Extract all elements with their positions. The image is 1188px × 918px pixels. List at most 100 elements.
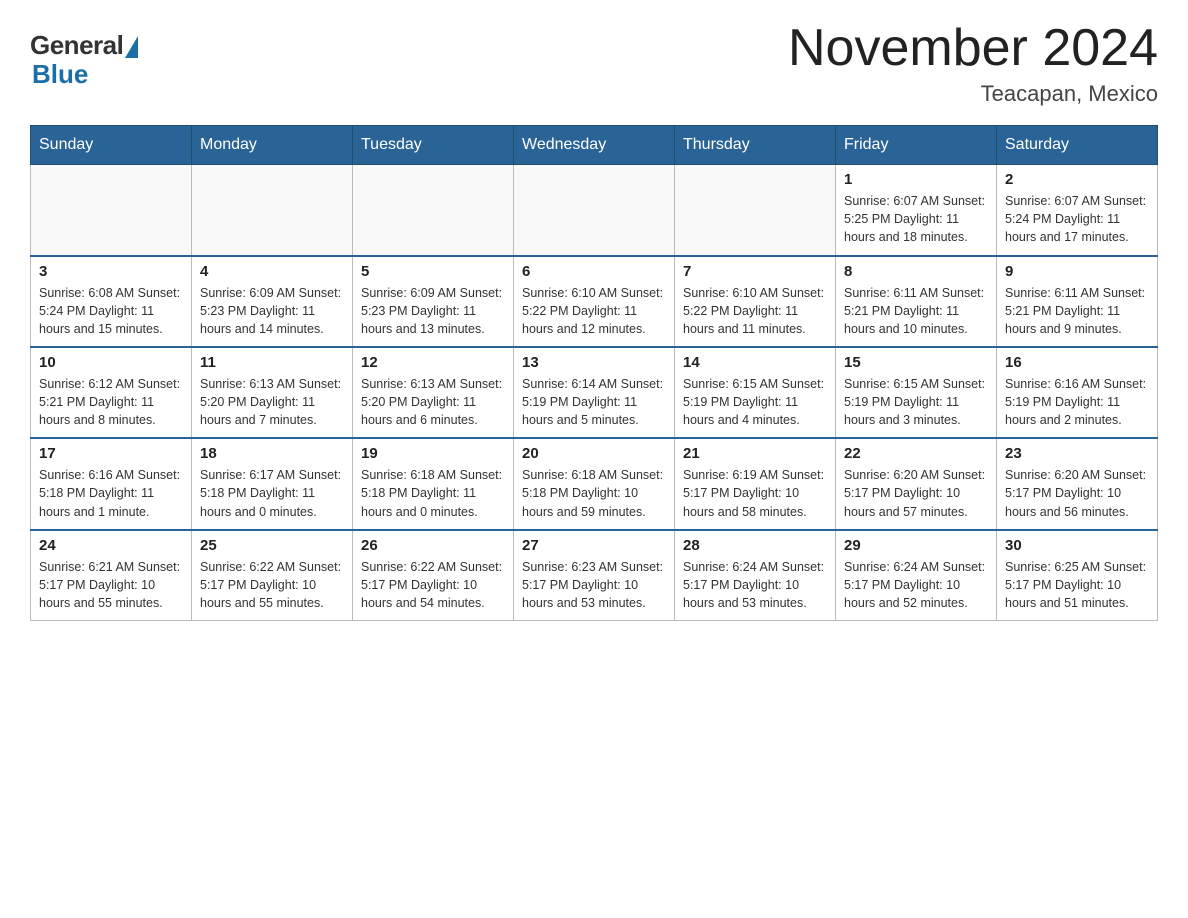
- day-info: Sunrise: 6:13 AM Sunset: 5:20 PM Dayligh…: [200, 375, 344, 429]
- calendar-cell: 28Sunrise: 6:24 AM Sunset: 5:17 PM Dayli…: [675, 530, 836, 621]
- day-number: 2: [1005, 171, 1149, 188]
- calendar-cell: 5 Sunrise: 6:09 AM Sunset: 5:23 PM Daylig…: [353, 256, 514, 347]
- day-info: Sunrise: 6:20 AM Sunset: 5:17 PM Dayligh…: [844, 466, 988, 520]
- calendar-cell: 4 Sunrise: 6:09 AM Sunset: 5:23 PM Daylig…: [192, 256, 353, 347]
- calendar-cell: 14Sunrise: 6:15 AM Sunset: 5:19 PM Dayli…: [675, 347, 836, 438]
- logo-triangle-icon: [125, 36, 138, 58]
- day-number: 10: [39, 354, 183, 371]
- calendar-cell: 7Sunrise: 6:10 AM Sunset: 5:22 PM Daylig…: [675, 256, 836, 347]
- calendar-cell: 6 Sunrise: 6:10 AM Sunset: 5:22 PM Daylig…: [514, 256, 675, 347]
- calendar-cell: 1 Sunrise: 6:07 AM Sunset: 5:25 PM Daylig…: [836, 165, 997, 256]
- calendar-cell: [514, 165, 675, 256]
- page-header: General Blue November 2024 Teacapan, Mex…: [30, 20, 1158, 107]
- day-number: 20: [522, 445, 666, 462]
- day-info: Sunrise: 6:14 AM Sunset: 5:19 PM Dayligh…: [522, 375, 666, 429]
- logo-general-text: General: [30, 30, 123, 61]
- calendar-cell: 23Sunrise: 6:20 AM Sunset: 5:17 PM Dayli…: [997, 438, 1158, 529]
- calendar-cell: 27 Sunrise: 6:23 AM Sunset: 5:17 PM Dayli…: [514, 530, 675, 621]
- day-number: 16: [1005, 354, 1149, 371]
- day-of-week-header: Tuesday: [353, 126, 514, 165]
- day-info: Sunrise: 6:16 AM Sunset: 5:18 PM Dayligh…: [39, 466, 183, 520]
- calendar-cell: [353, 165, 514, 256]
- calendar-cell: 18 Sunrise: 6:17 AM Sunset: 5:18 PM Dayli…: [192, 438, 353, 529]
- day-number: 8: [844, 263, 988, 280]
- day-info: Sunrise: 6:10 AM Sunset: 5:22 PM Dayligh…: [683, 284, 827, 338]
- calendar-cell: [675, 165, 836, 256]
- day-info: Sunrise: 6:15 AM Sunset: 5:19 PM Dayligh…: [683, 375, 827, 429]
- calendar-cell: 30 Sunrise: 6:25 AM Sunset: 5:17 PM Dayli…: [997, 530, 1158, 621]
- day-info: Sunrise: 6:19 AM Sunset: 5:17 PM Dayligh…: [683, 466, 827, 520]
- day-info: Sunrise: 6:12 AM Sunset: 5:21 PM Dayligh…: [39, 375, 183, 429]
- calendar-cell: 16 Sunrise: 6:16 AM Sunset: 5:19 PM Dayli…: [997, 347, 1158, 438]
- day-info: Sunrise: 6:11 AM Sunset: 5:21 PM Dayligh…: [844, 284, 988, 338]
- day-info: Sunrise: 6:15 AM Sunset: 5:19 PM Dayligh…: [844, 375, 988, 429]
- day-number: 21: [683, 445, 827, 462]
- calendar-cell: 24 Sunrise: 6:21 AM Sunset: 5:17 PM Dayli…: [31, 530, 192, 621]
- day-info: Sunrise: 6:23 AM Sunset: 5:17 PM Dayligh…: [522, 558, 666, 612]
- day-info: Sunrise: 6:20 AM Sunset: 5:17 PM Dayligh…: [1005, 466, 1149, 520]
- calendar-week-row: 1 Sunrise: 6:07 AM Sunset: 5:25 PM Daylig…: [31, 165, 1158, 256]
- logo: General Blue: [30, 20, 138, 90]
- calendar-cell: 9 Sunrise: 6:11 AM Sunset: 5:21 PM Daylig…: [997, 256, 1158, 347]
- calendar-week-row: 3 Sunrise: 6:08 AM Sunset: 5:24 PM Daylig…: [31, 256, 1158, 347]
- day-info: Sunrise: 6:11 AM Sunset: 5:21 PM Dayligh…: [1005, 284, 1149, 338]
- day-info: Sunrise: 6:07 AM Sunset: 5:24 PM Dayligh…: [1005, 192, 1149, 246]
- day-number: 18: [200, 445, 344, 462]
- calendar-cell: 10 Sunrise: 6:12 AM Sunset: 5:21 PM Dayli…: [31, 347, 192, 438]
- day-info: Sunrise: 6:21 AM Sunset: 5:17 PM Dayligh…: [39, 558, 183, 612]
- calendar-header-row: SundayMondayTuesdayWednesdayThursdayFrid…: [31, 126, 1158, 165]
- day-info: Sunrise: 6:24 AM Sunset: 5:17 PM Dayligh…: [844, 558, 988, 612]
- calendar-week-row: 17 Sunrise: 6:16 AM Sunset: 5:18 PM Dayli…: [31, 438, 1158, 529]
- day-number: 27: [522, 537, 666, 554]
- calendar-week-row: 10 Sunrise: 6:12 AM Sunset: 5:21 PM Dayli…: [31, 347, 1158, 438]
- day-info: Sunrise: 6:08 AM Sunset: 5:24 PM Dayligh…: [39, 284, 183, 338]
- day-info: Sunrise: 6:07 AM Sunset: 5:25 PM Dayligh…: [844, 192, 988, 246]
- calendar-cell: 26 Sunrise: 6:22 AM Sunset: 5:17 PM Dayli…: [353, 530, 514, 621]
- day-number: 24: [39, 537, 183, 554]
- calendar-cell: 22 Sunrise: 6:20 AM Sunset: 5:17 PM Dayli…: [836, 438, 997, 529]
- day-info: Sunrise: 6:18 AM Sunset: 5:18 PM Dayligh…: [522, 466, 666, 520]
- day-of-week-header: Monday: [192, 126, 353, 165]
- day-number: 29: [844, 537, 988, 554]
- day-number: 26: [361, 537, 505, 554]
- day-of-week-header: Sunday: [31, 126, 192, 165]
- calendar-cell: 3 Sunrise: 6:08 AM Sunset: 5:24 PM Daylig…: [31, 256, 192, 347]
- calendar-cell: 13 Sunrise: 6:14 AM Sunset: 5:19 PM Dayli…: [514, 347, 675, 438]
- day-info: Sunrise: 6:18 AM Sunset: 5:18 PM Dayligh…: [361, 466, 505, 520]
- day-info: Sunrise: 6:10 AM Sunset: 5:22 PM Dayligh…: [522, 284, 666, 338]
- title-section: November 2024 Teacapan, Mexico: [788, 20, 1158, 107]
- day-info: Sunrise: 6:25 AM Sunset: 5:17 PM Dayligh…: [1005, 558, 1149, 612]
- calendar-cell: 25 Sunrise: 6:22 AM Sunset: 5:17 PM Dayli…: [192, 530, 353, 621]
- day-number: 6: [522, 263, 666, 280]
- calendar-cell: 17 Sunrise: 6:16 AM Sunset: 5:18 PM Dayli…: [31, 438, 192, 529]
- day-number: 19: [361, 445, 505, 462]
- day-number: 30: [1005, 537, 1149, 554]
- day-number: 4: [200, 263, 344, 280]
- day-info: Sunrise: 6:16 AM Sunset: 5:19 PM Dayligh…: [1005, 375, 1149, 429]
- day-info: Sunrise: 6:13 AM Sunset: 5:20 PM Dayligh…: [361, 375, 505, 429]
- day-of-week-header: Saturday: [997, 126, 1158, 165]
- day-number: 25: [200, 537, 344, 554]
- day-number: 15: [844, 354, 988, 371]
- logo-blue-text: Blue: [30, 59, 88, 90]
- day-number: 5: [361, 263, 505, 280]
- calendar-cell: 2 Sunrise: 6:07 AM Sunset: 5:24 PM Daylig…: [997, 165, 1158, 256]
- day-number: 11: [200, 354, 344, 371]
- day-info: Sunrise: 6:22 AM Sunset: 5:17 PM Dayligh…: [361, 558, 505, 612]
- day-number: 1: [844, 171, 988, 188]
- calendar-table: SundayMondayTuesdayWednesdayThursdayFrid…: [30, 125, 1158, 621]
- day-number: 22: [844, 445, 988, 462]
- day-number: 3: [39, 263, 183, 280]
- day-number: 13: [522, 354, 666, 371]
- day-of-week-header: Friday: [836, 126, 997, 165]
- calendar-cell: 11 Sunrise: 6:13 AM Sunset: 5:20 PM Dayli…: [192, 347, 353, 438]
- day-info: Sunrise: 6:22 AM Sunset: 5:17 PM Dayligh…: [200, 558, 344, 612]
- calendar-cell: 20 Sunrise: 6:18 AM Sunset: 5:18 PM Dayli…: [514, 438, 675, 529]
- month-title: November 2024: [788, 20, 1158, 77]
- day-number: 9: [1005, 263, 1149, 280]
- day-info: Sunrise: 6:17 AM Sunset: 5:18 PM Dayligh…: [200, 466, 344, 520]
- day-number: 17: [39, 445, 183, 462]
- calendar-cell: 15 Sunrise: 6:15 AM Sunset: 5:19 PM Dayli…: [836, 347, 997, 438]
- day-info: Sunrise: 6:09 AM Sunset: 5:23 PM Dayligh…: [200, 284, 344, 338]
- day-info: Sunrise: 6:09 AM Sunset: 5:23 PM Dayligh…: [361, 284, 505, 338]
